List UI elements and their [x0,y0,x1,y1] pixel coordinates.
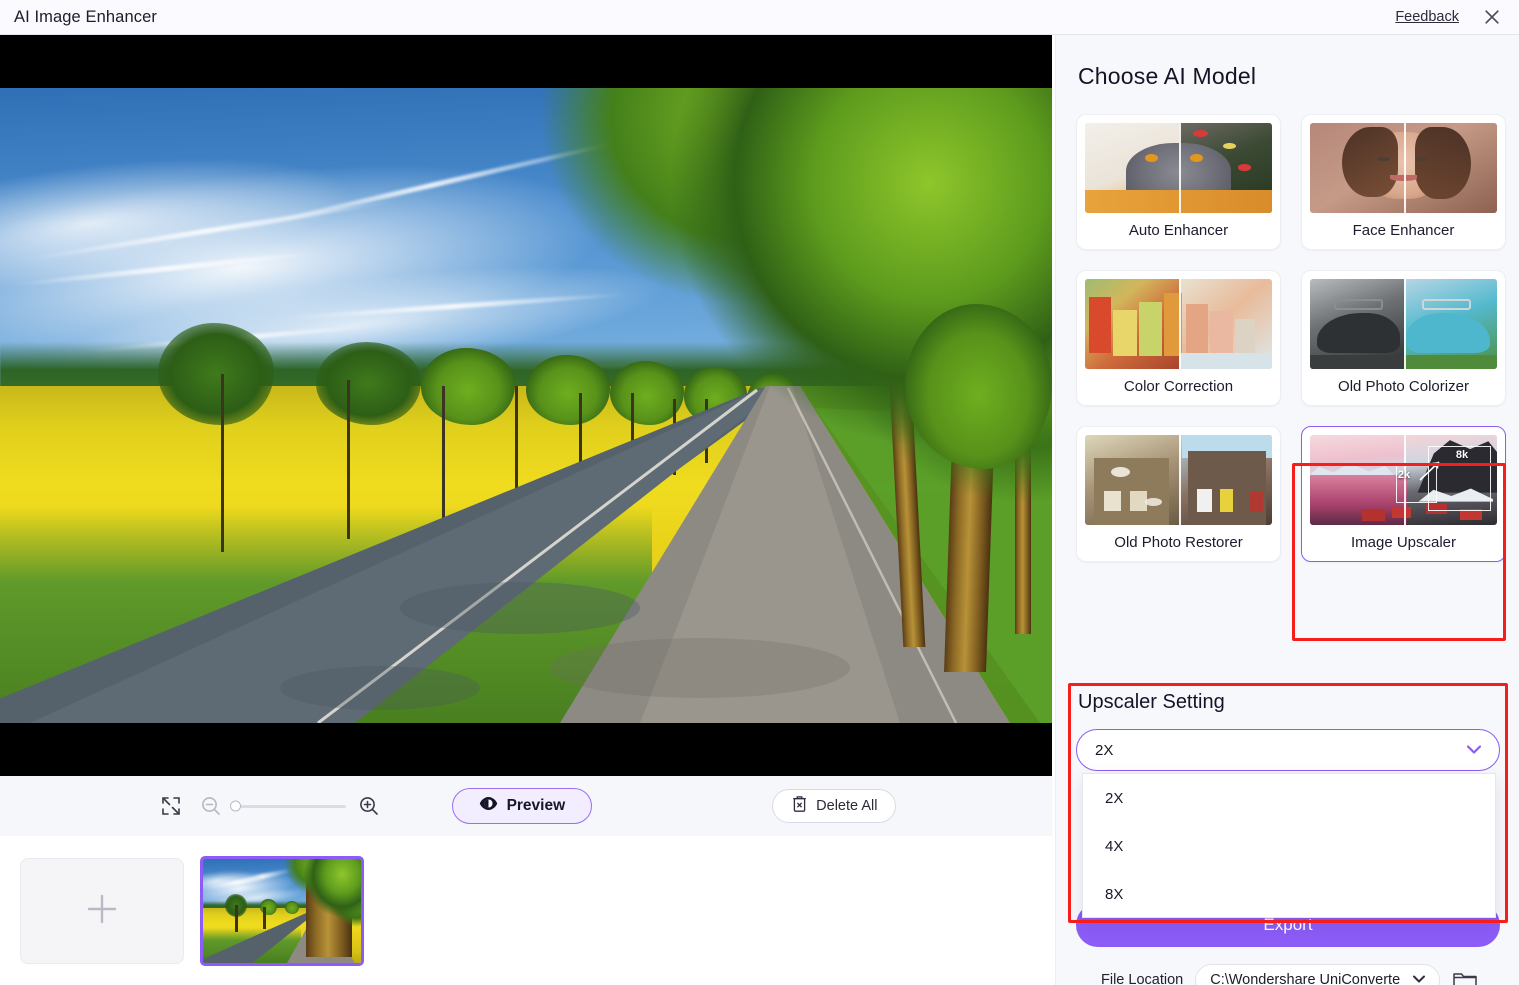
zoom-out-icon[interactable] [196,791,226,821]
auto-enhancer-thumbnail [1085,123,1272,213]
old-photo-restorer-thumbnail [1085,435,1272,525]
zoom-in-icon[interactable] [354,791,384,821]
panel-heading: Choose AI Model [1078,63,1257,89]
file-location-value: C:\Wondershare UniConverte [1210,972,1401,985]
upscale-badge-after: 8k [1455,448,1469,461]
zoom-slider-group[interactable] [196,791,384,821]
delete-all-label: Delete All [816,798,878,814]
thumbnail-image [203,859,361,963]
color-correction-thumbnail [1085,279,1272,369]
model-card-auto-enhancer[interactable]: Auto Enhancer [1076,114,1281,250]
model-card-label: Image Upscaler [1350,534,1457,551]
delete-all-button[interactable]: Delete All [772,789,897,823]
zoom-slider-knob[interactable] [229,800,241,812]
model-card-face-enhancer[interactable]: Face Enhancer [1301,114,1506,250]
ai-model-grid: Auto Enhancer Face Enhancer Color Correc… [1076,114,1506,562]
eye-icon [479,796,498,816]
feedback-link[interactable]: Feedback [1395,9,1459,25]
title-bar: AI Image Enhancer Feedback [0,0,1519,35]
model-card-label: Auto Enhancer [1128,222,1229,239]
file-location-select[interactable]: C:\Wondershare UniConverte [1195,963,1441,985]
preview-button-label: Preview [506,797,566,814]
dropdown-option-8x[interactable]: 8X [1083,870,1495,918]
folder-icon[interactable] [1452,969,1478,985]
file-location-row: File Location C:\Wondershare UniConverte [1076,960,1500,985]
chevron-down-icon [1413,974,1426,985]
preview-button[interactable]: Preview [451,788,593,824]
old-photo-colorizer-thumbnail [1310,279,1497,369]
model-card-label: Old Photo Restorer [1114,534,1243,551]
upscaler-select[interactable]: 2X [1076,729,1500,771]
model-card-label: Color Correction [1123,378,1234,395]
model-card-color-correction[interactable]: Color Correction [1076,270,1281,406]
right-panel: Choose AI Model Auto Enhancer Face Enhan… [1055,35,1519,985]
upscaler-dropdown[interactable]: 2X 4X 8X [1082,773,1496,918]
face-enhancer-thumbnail [1310,123,1497,213]
chevron-down-icon [1466,743,1482,757]
model-card-label: Old Photo Colorizer [1338,378,1469,395]
fit-to-screen-icon[interactable] [156,791,186,821]
dropdown-option-2x[interactable]: 2X [1083,774,1495,822]
dropdown-option-4x[interactable]: 4X [1083,822,1495,870]
model-card-image-upscaler[interactable]: 2k 8k Image Upscaler [1301,426,1506,562]
model-card-old-photo-restorer[interactable]: Old Photo Restorer [1076,426,1281,562]
ai-image-enhancer-window: AI Image Enhancer Feedback Preview Delet… [0,0,1519,985]
model-card-label: Face Enhancer [1352,222,1455,239]
trash-icon [791,795,808,817]
titlebar-actions: Feedback [1395,6,1503,28]
upscale-badge-before: 2k [1397,469,1411,482]
add-image-button[interactable] [20,858,184,964]
image-upscaler-thumbnail: 2k 8k [1310,435,1497,525]
preview-toolbar: Preview Delete All [0,776,1052,836]
thumbnail-strip [0,836,1052,985]
upscaler-select-value: 2X [1095,741,1114,759]
plus-icon [81,888,123,935]
upscale-arrow-icon [1419,461,1440,481]
file-location-label: File Location [1101,972,1184,985]
close-icon[interactable] [1481,6,1503,28]
window-title: AI Image Enhancer [14,7,157,26]
model-card-old-photo-colorizer[interactable]: Old Photo Colorizer [1301,270,1506,406]
preview-image [0,88,1052,723]
image-preview-stage[interactable] [0,35,1052,776]
thumbnail-item[interactable] [200,856,364,966]
zoom-slider-track[interactable] [229,800,346,812]
upscaler-setting-title: Upscaler Setting [1078,691,1225,713]
